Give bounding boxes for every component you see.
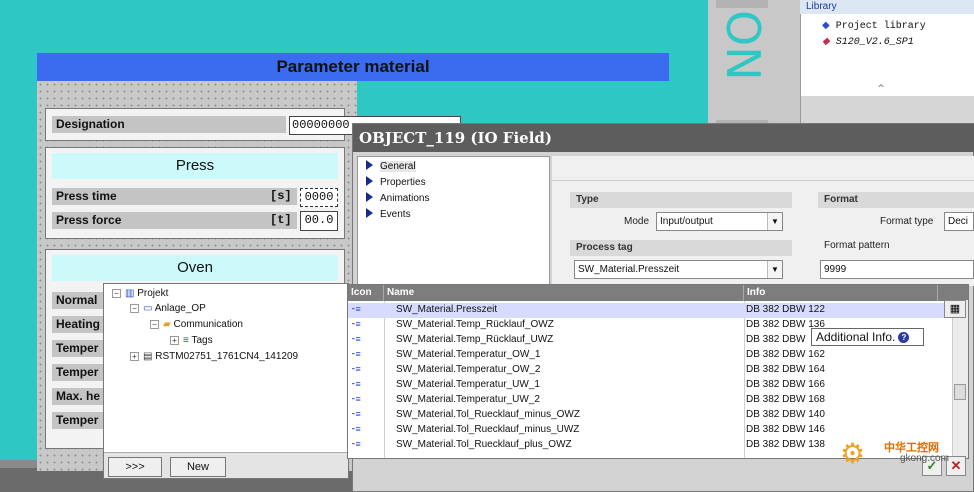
tag-icon: ⁃≡ bbox=[351, 409, 361, 419]
press-time-unit: [s] bbox=[270, 189, 292, 203]
chevron-down-icon: ▼ bbox=[767, 261, 782, 278]
table-row[interactable]: ⁃≡ SW_Material.Presszeit DB 382 DBW 122 bbox=[348, 303, 968, 318]
press-time-label: Press time bbox=[52, 188, 297, 205]
new-tag-button[interactable]: New bbox=[170, 457, 226, 477]
parameter-screen-title: Parameter material bbox=[37, 53, 669, 81]
chevron-down-icon: ▼ bbox=[767, 213, 782, 230]
column-header-extra bbox=[938, 285, 968, 301]
tree-item-tags[interactable]: + ≡ Tags bbox=[170, 335, 213, 346]
library-cube-icon: ◆ bbox=[822, 37, 830, 48]
nav-animations[interactable]: Animations bbox=[366, 192, 429, 204]
collapse-icon[interactable]: − bbox=[150, 320, 159, 329]
object-properties-pane: Type Mode Input/output ▼ Process tag SW_M… bbox=[552, 156, 974, 286]
hmi-device-icon: ▭ bbox=[143, 303, 153, 314]
column-header-name[interactable]: Name bbox=[384, 285, 744, 301]
collapse-icon[interactable]: − bbox=[130, 304, 139, 313]
tag-tree-panel: − ▥ Projekt − ▭ Anlage_OP − ▰ Communication… bbox=[103, 283, 349, 479]
project-library-icon: ◆ bbox=[822, 21, 830, 32]
table-row[interactable]: ⁃≡ SW_Material.Temperatur_UW_1 DB 382 DBW … bbox=[348, 378, 968, 393]
project-icon: ▥ bbox=[125, 288, 135, 299]
object-dialog-nav: General Properties Animations Events bbox=[357, 156, 550, 286]
oven-section-title: Oven bbox=[52, 255, 338, 281]
tag-icon: ⁃≡ bbox=[351, 364, 361, 374]
table-row[interactable]: ⁃≡ SW_Material.Temperatur_OW_1 DB 382 DBW … bbox=[348, 348, 968, 363]
scrollbar-thumb[interactable] bbox=[954, 384, 966, 400]
press-force-field[interactable]: 00.0 bbox=[300, 211, 338, 231]
tree-item-plc[interactable]: + ▤ RSTM02751_1761CN4_141209 bbox=[130, 351, 298, 362]
nav-events[interactable]: Events bbox=[366, 208, 411, 220]
press-time-field[interactable]: 0000 bbox=[300, 188, 338, 207]
library-item-label: S120_V2.6_SP1 bbox=[835, 37, 914, 48]
tag-icon: ⁃≡ bbox=[351, 424, 361, 434]
tag-icon: ⁃≡ bbox=[351, 334, 361, 344]
tag-icon: ⁃≡ bbox=[351, 439, 361, 449]
format-group-title: Format bbox=[818, 192, 974, 208]
press-section: Press Press time [s] 0000 Press force [t… bbox=[45, 147, 345, 239]
press-force-label: Press force bbox=[52, 212, 297, 229]
arrow-right-icon bbox=[366, 208, 373, 218]
plc-icon: ▤ bbox=[143, 351, 153, 362]
tag-icon: ⁃≡ bbox=[351, 379, 361, 389]
library-item-label: Project library bbox=[835, 21, 926, 32]
library-item-project[interactable]: ◆ Project library bbox=[822, 20, 926, 32]
press-force-unit: [t] bbox=[270, 213, 292, 227]
communication-folder-icon: ▰ bbox=[163, 319, 171, 330]
library-panel bbox=[800, 0, 974, 96]
library-item-s120[interactable]: ◆ S120_V2.6_SP1 bbox=[822, 36, 914, 48]
column-header-info[interactable]: Info bbox=[744, 285, 938, 301]
table-row[interactable]: ⁃≡ SW_Material.Temperatur_OW_2 DB 382 DBW … bbox=[348, 363, 968, 378]
expand-panel-button[interactable]: >>> bbox=[108, 457, 162, 477]
expand-icon[interactable]: + bbox=[170, 336, 179, 345]
watermark-logo: ⚙ 中华工控网 gkong.com bbox=[840, 438, 949, 469]
object-dialog-title: OBJECT_119 (IO Field) bbox=[353, 124, 974, 152]
additional-info-tooltip: Additional Info.? bbox=[811, 328, 924, 346]
process-tag-dropdown[interactable]: SW_Material.Presszeit ▼ bbox=[574, 260, 783, 279]
arrow-right-icon bbox=[366, 160, 373, 170]
mode-dropdown[interactable]: Input/output ▼ bbox=[656, 212, 783, 231]
table-row[interactable]: ⁃≡ SW_Material.Temperatur_UW_2 DB 382 DBW … bbox=[348, 393, 968, 408]
format-type-dropdown[interactable]: Deci bbox=[944, 212, 974, 231]
nav-properties[interactable]: Properties bbox=[366, 176, 426, 188]
arrow-right-icon bbox=[366, 176, 373, 186]
format-type-label: Format type bbox=[880, 216, 934, 227]
expand-icon[interactable]: + bbox=[130, 352, 139, 361]
tag-icon: ⁃≡ bbox=[351, 319, 361, 329]
table-row[interactable]: ⁃≡ SW_Material.Tol_Ruecklauf_minus_OWZ DB … bbox=[348, 408, 968, 423]
chevron-up-icon[interactable]: ⌃ bbox=[876, 82, 886, 96]
select-object-icon[interactable]: ▦ bbox=[944, 300, 966, 318]
help-icon: ? bbox=[898, 332, 910, 343]
tags-icon: ≡ bbox=[183, 335, 189, 346]
tag-icon: ⁃≡ bbox=[351, 304, 361, 314]
type-group-title: Type bbox=[570, 192, 792, 208]
tag-icon: ⁃≡ bbox=[351, 349, 361, 359]
library-panel-header: Library bbox=[800, 0, 974, 14]
gear-icon: ⚙ bbox=[840, 438, 866, 469]
arrow-right-icon bbox=[366, 192, 373, 202]
tree-item-communication[interactable]: − ▰ Communication bbox=[150, 319, 243, 330]
mode-label: Mode bbox=[624, 216, 650, 227]
format-pattern-field[interactable]: 9999 bbox=[820, 260, 974, 279]
format-pattern-label: Format pattern bbox=[824, 240, 890, 251]
collapse-icon[interactable]: − bbox=[112, 289, 121, 298]
tag-icon: ⁃≡ bbox=[351, 394, 361, 404]
process-tag-group-title: Process tag bbox=[570, 240, 792, 256]
hmi-side-text: ON bbox=[716, 10, 770, 81]
designation-label: Designation bbox=[52, 116, 286, 133]
column-header-icon[interactable]: Icon bbox=[348, 285, 384, 301]
tree-item-anlage-op[interactable]: − ▭ Anlage_OP bbox=[130, 303, 206, 314]
tree-item-projekt[interactable]: − ▥ Projekt bbox=[112, 288, 168, 299]
nav-general[interactable]: General bbox=[366, 160, 416, 172]
press-section-title: Press bbox=[52, 153, 338, 179]
